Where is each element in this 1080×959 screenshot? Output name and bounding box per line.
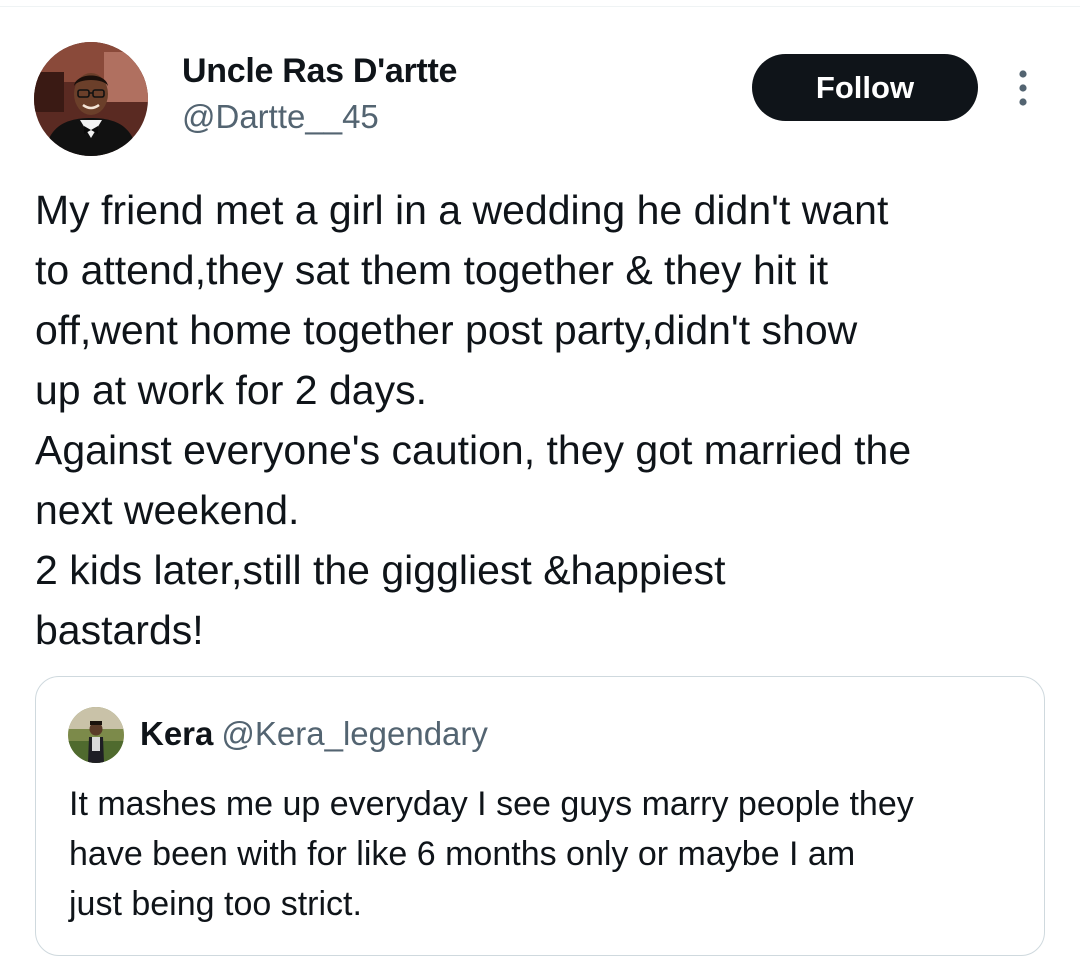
quoted-text-line: It mashes me up everyday I see guys marr… [69,785,914,823]
tweet-text-line: My friend met a girl in a wedding he did… [35,187,889,233]
author-avatar[interactable] [34,42,148,156]
more-options-button[interactable] [1008,64,1038,112]
quoted-author-name[interactable]: Kera [140,715,213,752]
author-handle[interactable]: @Dartte__45 [182,98,379,136]
tweet-text-line: to attend,they sat them together & they … [35,247,829,293]
quoted-author-handle[interactable]: @Kera_legendary [221,715,488,752]
more-vertical-icon [1019,70,1027,106]
quoted-text-line: have been with for like 6 months only or… [69,835,856,873]
tweet-text: My friend met a girl in a wedding he did… [35,180,1055,660]
tweet-text-line: next weekend. [35,487,300,533]
tweet-text-line: 2 kids later,still the giggliest &happie… [35,547,726,593]
tweet-text-line: bastards! [35,607,204,653]
quoted-avatar-photo-icon [68,707,124,763]
tweet-text-line: off,went home together post party,didn't… [35,307,858,353]
top-divider [0,6,1080,7]
quoted-author[interactable]: Kera @Kera_legendary [140,715,488,753]
follow-button[interactable]: Follow [752,54,978,121]
quoted-tweet-text: It mashes me up everyday I see guys marr… [69,779,1029,929]
quoted-tweet-card[interactable]: Kera @Kera_legendary It mashes me up ever… [35,676,1045,956]
quoted-text-line: just being too strict. [69,885,362,923]
tweet-text-line: Against everyone's caution, they got mar… [35,427,912,473]
author-name[interactable]: Uncle Ras D'artte [182,52,457,91]
avatar-photo-icon [34,42,148,156]
quoted-author-avatar[interactable] [68,707,124,763]
tweet-text-line: up at work for 2 days. [35,367,427,413]
